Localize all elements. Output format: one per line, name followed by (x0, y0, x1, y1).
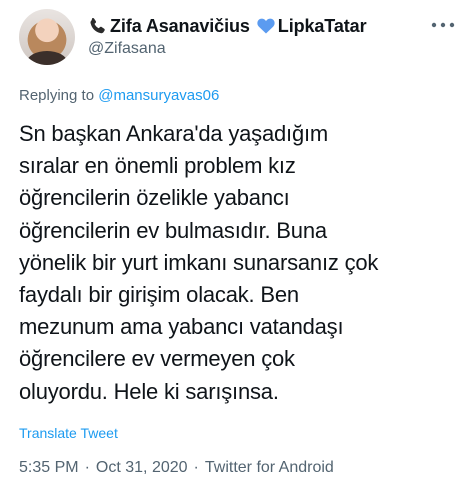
author-name-suffix: LipkaTatar (277, 15, 367, 36)
tweet-body: Sn başkan Ankara'da yaşadığım sıralar en… (19, 121, 379, 404)
author-name-row[interactable]: Zifa Asanavičius LipkaTatar (88, 14, 367, 38)
tweet-source[interactable]: Twitter for Android (205, 459, 334, 476)
avatar-shoulders (27, 51, 67, 65)
meta-separator: · (193, 459, 199, 476)
replying-to-line: Replying to @mansuryavas06 (19, 87, 219, 104)
translate-tweet-link[interactable]: Translate Tweet (19, 425, 118, 441)
avatar[interactable] (19, 9, 75, 65)
author-display-name: Zifa Asanavičius (110, 15, 250, 36)
tweet-time[interactable]: 5:35 PM (19, 459, 79, 476)
author-handle[interactable]: @Zifasana (88, 40, 166, 58)
reply-mention-link[interactable]: @mansuryavas06 (98, 87, 219, 104)
meta-separator: · (84, 459, 90, 476)
telephone-receiver-icon (88, 16, 108, 36)
tweet-header: Zifa Asanavičius LipkaTatar @Zifasana (0, 0, 475, 80)
blue-heart-icon (256, 16, 276, 36)
replying-to-label: Replying to (19, 87, 99, 104)
more-options-icon[interactable] (430, 18, 456, 32)
tweet-date[interactable]: Oct 31, 2020 (96, 459, 188, 476)
tweet-metadata: 5:35 PM · Oct 31, 2020 · Twitter for Android (19, 459, 334, 477)
